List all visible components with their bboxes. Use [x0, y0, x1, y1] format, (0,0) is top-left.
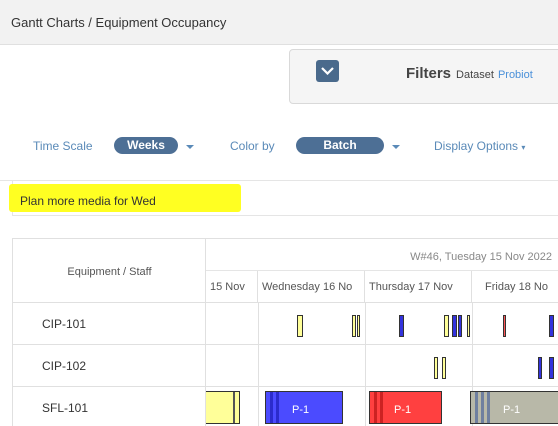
task-bar[interactable] — [549, 315, 554, 337]
breadcrumb: Gantt Charts / Equipment Occupancy — [0, 0, 558, 44]
task-bar[interactable] — [467, 315, 470, 337]
day-gridline — [472, 345, 473, 386]
gantt-toolbar: Time Scale Weeks Color by Batch Display … — [0, 135, 558, 159]
task-bar[interactable] — [434, 357, 438, 379]
gantt-row: CIP-101 — [13, 303, 558, 345]
row-label: CIP-101 — [13, 303, 206, 344]
batch-bar[interactable]: P-1 — [369, 391, 442, 424]
filters-title: Filters — [406, 65, 452, 82]
display-options-label: Display Options — [434, 139, 519, 153]
color-by-caret-icon[interactable] — [392, 145, 400, 149]
days-header: 15 Nov Wednesday 16 No Thursday 17 Nov F… — [206, 271, 558, 303]
bar-stripe — [233, 392, 235, 423]
batch-bar[interactable]: P-1 — [265, 391, 343, 424]
display-options-menu[interactable]: Display Options ▾ — [434, 139, 525, 153]
time-scale-label: Time Scale — [33, 139, 93, 153]
chevron-down-icon — [321, 67, 334, 75]
task-bar[interactable] — [399, 315, 404, 337]
day-header: Friday 18 No — [472, 271, 558, 302]
day-header: Thursday 17 Nov — [365, 271, 472, 302]
equipment-staff-header: Equipment / Staff — [67, 266, 152, 278]
week-header: W#46, Tuesday 15 Nov 2022 — [206, 239, 558, 271]
gantt-row: SFL-101 P-1 P-1 P-1 — [13, 387, 558, 426]
task-bar[interactable] — [549, 357, 554, 379]
bar-stripe — [481, 392, 484, 423]
note-text: Plan more media for Wed — [20, 194, 156, 208]
dataset-value: Probiot — [497, 69, 533, 81]
batch-label: P-1 — [394, 404, 412, 416]
day-header: Wednesday 16 No — [258, 271, 365, 302]
week-label: W#46, Tuesday 15 Nov 2022 — [410, 251, 552, 263]
dataset-filter[interactable]: Dataset Probiot — [456, 69, 533, 81]
task-bar[interactable] — [538, 357, 542, 379]
task-bar[interactable] — [452, 315, 457, 337]
day-gridline — [258, 345, 259, 386]
bar-stripe — [374, 392, 377, 423]
batch-label: P-1 — [503, 404, 521, 416]
batch-bar[interactable]: P-1 — [470, 391, 558, 424]
bar-stripe — [270, 392, 273, 423]
bar-stripe — [487, 392, 490, 423]
day-gridline — [365, 387, 366, 426]
display-options-caret-icon: ▾ — [521, 143, 526, 152]
row-label: SFL-101 — [13, 387, 206, 426]
day-header: 15 Nov — [206, 271, 258, 302]
note-box[interactable]: Plan more media for Wed — [9, 180, 558, 216]
gantt-chart: Equipment / Staff W#46, Tuesday 15 Nov 2… — [12, 238, 558, 426]
batch-label: P-1 — [292, 404, 310, 416]
day-gridline — [365, 345, 366, 386]
time-scale-dropdown[interactable]: Weeks — [114, 137, 178, 154]
row-timeline — [206, 345, 558, 386]
time-scale-caret-icon[interactable] — [186, 145, 194, 149]
row-label: CIP-102 — [13, 345, 206, 386]
gantt-row: CIP-102 — [13, 345, 558, 387]
task-bar[interactable] — [442, 357, 446, 379]
task-bar[interactable] — [444, 315, 449, 337]
color-by-dropdown[interactable]: Batch — [296, 137, 384, 154]
bar-stripe — [276, 392, 279, 423]
color-by-label: Color by — [230, 139, 275, 153]
day-gridline — [472, 303, 473, 344]
filters-toggle-button[interactable] — [316, 60, 339, 82]
task-bar[interactable] — [297, 315, 303, 337]
gantt-header-corner: Equipment / Staff — [13, 239, 206, 303]
batch-bar[interactable] — [206, 391, 240, 424]
dataset-label: Dataset — [456, 69, 494, 81]
header-divider — [0, 44, 558, 45]
task-bar[interactable] — [357, 315, 360, 337]
row-timeline: P-1 P-1 P-1 — [206, 387, 558, 426]
day-gridline — [365, 303, 366, 344]
day-gridline — [258, 303, 259, 344]
bar-stripe — [380, 392, 383, 423]
bar-stripe — [475, 392, 478, 423]
task-bar[interactable] — [352, 315, 356, 337]
filters-panel: Filters Dataset Probiot — [289, 49, 558, 104]
filters-heading: Filters Dataset Probiot — [406, 65, 533, 82]
row-timeline — [206, 303, 558, 344]
task-bar[interactable] — [458, 315, 462, 337]
task-bar[interactable] — [503, 315, 506, 337]
day-gridline — [258, 387, 259, 426]
